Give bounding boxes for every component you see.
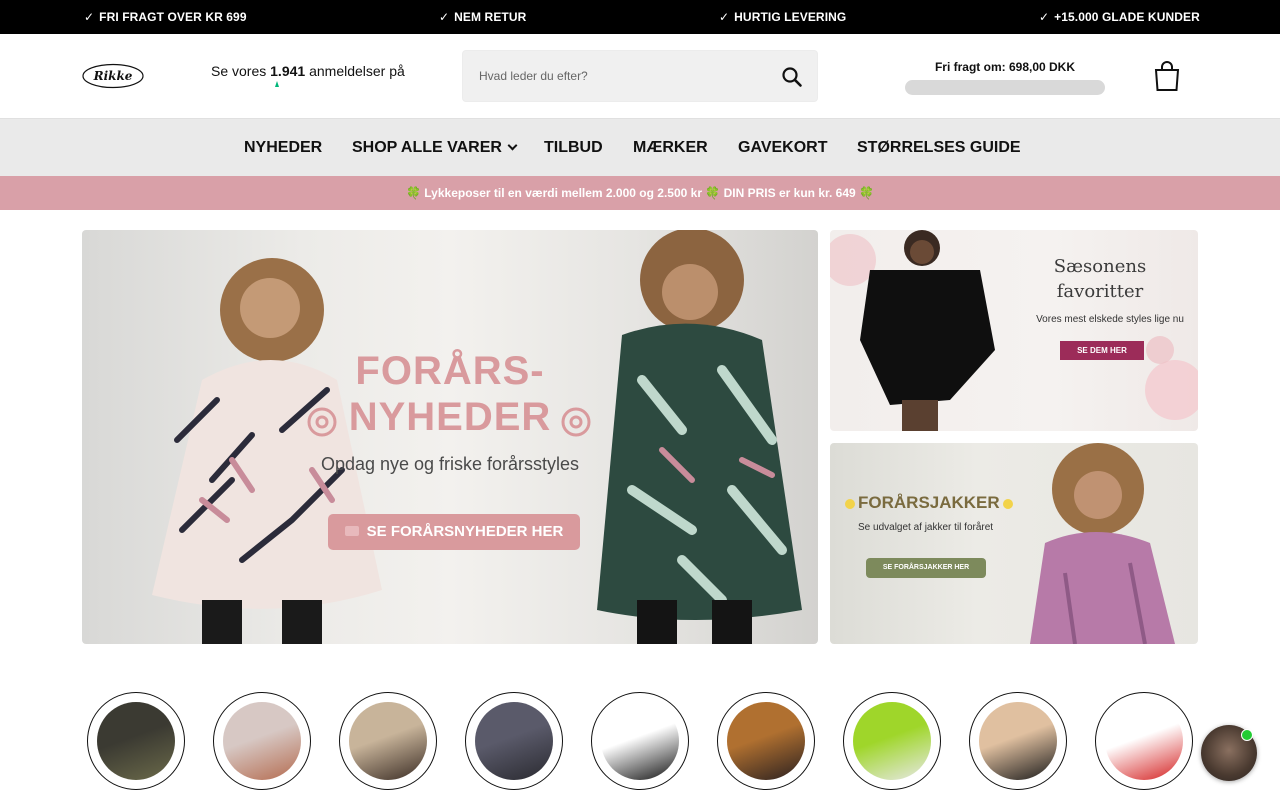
promo-banner[interactable]: 🍀 Lykkeposer til en værdi mellem 2.000 o… bbox=[0, 176, 1280, 210]
check-icon: ✓ bbox=[84, 10, 95, 24]
search-box bbox=[462, 50, 818, 102]
jacket-category[interactable] bbox=[87, 692, 185, 790]
season-favorites-title: Sæsonens favoritter bbox=[1053, 256, 1147, 302]
banner-season-favorites[interactable]: Sæsonens favoritter Vores mest elskede s… bbox=[830, 230, 1198, 431]
season-favorites-subtitle: Vores mest elskede styles lige nu bbox=[1036, 314, 1184, 325]
online-status-dot bbox=[1241, 729, 1253, 741]
usp-item-happy-customers: ✓ +15.000 GLADE KUNDER bbox=[1039, 10, 1200, 24]
header: Rikke Se vores 1.941 anmeldelser på Fri … bbox=[0, 34, 1280, 118]
check-icon: ✓ bbox=[1039, 10, 1050, 24]
tunic-category[interactable] bbox=[465, 692, 563, 790]
reviews-link[interactable]: Se vores 1.941 anmeldelser på bbox=[211, 63, 405, 79]
shopping-bag-icon[interactable] bbox=[1153, 60, 1181, 92]
usp-item-easy-return: ✓ NEM RETUR bbox=[439, 10, 527, 24]
season-favorites-button[interactable]: SE DEM HER bbox=[1060, 341, 1144, 360]
clover-icon: 🍀 bbox=[406, 186, 421, 200]
svg-text:Rikke: Rikke bbox=[93, 69, 133, 83]
spring-jackets-subtitle: Se udvalget af jakker til foråret bbox=[858, 522, 994, 533]
nav-item-gavekort[interactable]: GAVEKORT bbox=[738, 139, 827, 157]
main-navigation: NYHEDER SHOP ALLE VARER TILBUD MÆRKER GA… bbox=[0, 118, 1280, 176]
tshirt-category[interactable] bbox=[843, 692, 941, 790]
banner-spring-jackets[interactable]: FORÅRSJAKKER Se udvalget af jakker til f… bbox=[830, 443, 1198, 644]
nav-item-tilbud[interactable]: TILBUD bbox=[544, 139, 603, 157]
nav-item-nyheder[interactable]: NYHEDER bbox=[244, 139, 322, 157]
usp-item-fast-delivery: ✓ HURTIG LEVERING bbox=[719, 10, 847, 24]
chevron-down-icon bbox=[507, 140, 518, 151]
chat-avatar-icon[interactable] bbox=[1201, 725, 1257, 781]
dress-category[interactable] bbox=[213, 692, 311, 790]
hero-subtitle: Opdag nye og friske forårsstyles bbox=[320, 454, 580, 474]
trustpilot-star-icon bbox=[275, 81, 279, 87]
nav-item-stoerrelses-guide[interactable]: STØRRELSES GUIDE bbox=[857, 139, 1021, 157]
clover-icon: 🍀 bbox=[705, 186, 721, 200]
knit-category[interactable] bbox=[339, 692, 437, 790]
free-shipping-label: Fri fragt om: 698,00 DKK bbox=[934, 60, 1076, 74]
stripe-category[interactable] bbox=[591, 692, 689, 790]
usp-bar: ✓ FRI FRAGT OVER KR 699 ✓ NEM RETUR ✓ HURTI… bbox=[0, 0, 1280, 34]
hero-cta-button[interactable]: SE FORÅRSNYHEDER HER bbox=[328, 514, 580, 550]
video-camera-icon bbox=[344, 526, 359, 537]
search-icon[interactable] bbox=[781, 66, 803, 88]
spring-jackets-title: FORÅRSJAKKER bbox=[858, 493, 1000, 512]
lingerie-category[interactable] bbox=[969, 692, 1067, 790]
spring-jackets-button[interactable]: SE FORÅRSJAKKER HER bbox=[866, 558, 986, 578]
hero-banner-spring-news[interactable]: FORÅRS- NYHEDER Opdag nye og friske forå… bbox=[82, 230, 818, 644]
free-shipping-progress-bar bbox=[905, 80, 1105, 95]
hero-title: FORÅRS- NYHEDER bbox=[348, 349, 552, 439]
search-input[interactable] bbox=[479, 51, 769, 101]
leggings-category[interactable] bbox=[717, 692, 815, 790]
logo[interactable]: Rikke bbox=[82, 63, 144, 89]
check-icon: ✓ bbox=[719, 10, 730, 24]
check-icon: ✓ bbox=[439, 10, 450, 24]
spring-jackets-illustration bbox=[845, 443, 1175, 644]
usp-item-free-shipping: ✓ FRI FRAGT OVER KR 699 bbox=[84, 10, 247, 24]
nav-item-maerker[interactable]: MÆRKER bbox=[633, 139, 708, 157]
tights-category[interactable] bbox=[1095, 692, 1193, 790]
clover-icon: 🍀 bbox=[859, 186, 874, 200]
nav-item-shop-alle-varer[interactable]: SHOP ALLE VARER bbox=[352, 139, 518, 157]
